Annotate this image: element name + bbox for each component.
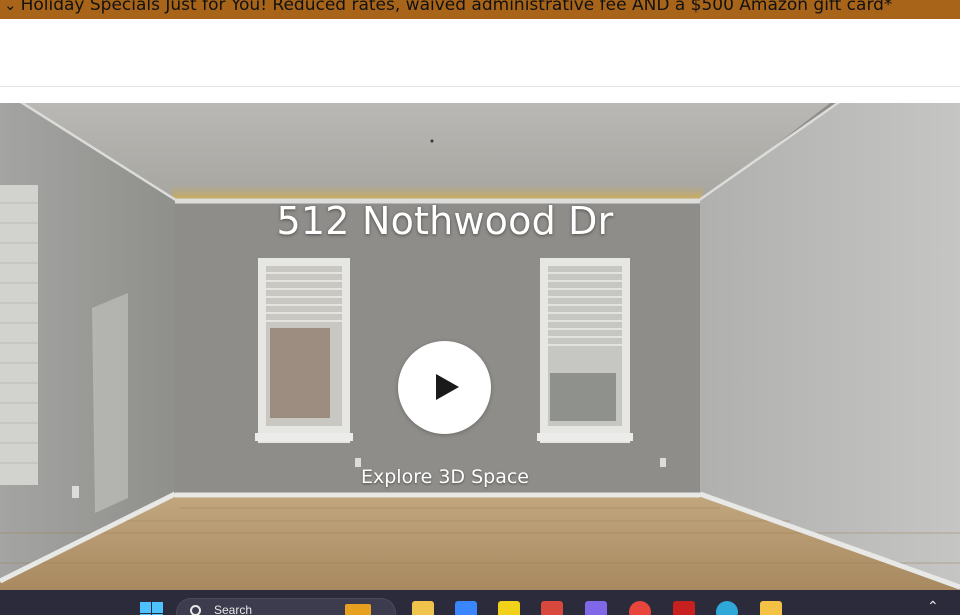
folder-icon[interactable] bbox=[760, 601, 782, 615]
acrobat-icon[interactable] bbox=[673, 601, 695, 615]
chevron-up-icon[interactable]: ⌃ bbox=[927, 598, 939, 615]
chrome-icon[interactable] bbox=[629, 601, 651, 615]
banner-text-row: ⌄ Holiday Specials Just for You! Reduced … bbox=[4, 0, 892, 15]
windows-start-icon[interactable] bbox=[140, 602, 164, 615]
play-icon bbox=[436, 374, 459, 400]
search-highlight-icon bbox=[345, 604, 371, 615]
play-tour-button[interactable] bbox=[398, 341, 491, 434]
edge-icon[interactable] bbox=[716, 601, 738, 615]
store-icon[interactable] bbox=[455, 601, 477, 615]
copilot-icon[interactable] bbox=[585, 601, 607, 615]
virtual-tour-viewer[interactable]: 512 Nothwood Dr Explore 3D Space bbox=[0, 103, 960, 590]
property-address-title: 512 Nothwood Dr bbox=[276, 199, 614, 243]
site-header bbox=[0, 19, 960, 87]
search-icon bbox=[190, 605, 201, 615]
windows-taskbar: Search ⌃ bbox=[0, 590, 960, 615]
app-red-icon[interactable] bbox=[541, 601, 563, 615]
announcement-banner[interactable]: ⌄ Holiday Specials Just for You! Reduced … bbox=[0, 0, 960, 19]
file-explorer-icon[interactable] bbox=[412, 601, 434, 615]
banner-message: Holiday Specials Just for You! Reduced r… bbox=[20, 0, 893, 15]
search-label: Search bbox=[214, 603, 253, 615]
app-yellow-icon[interactable] bbox=[498, 601, 520, 615]
room-preview-image bbox=[0, 103, 960, 590]
explore-3d-space-link[interactable]: Explore 3D Space bbox=[0, 466, 890, 488]
taskbar-search-box[interactable]: Search bbox=[176, 598, 396, 615]
chevron-down-icon[interactable]: ⌄ bbox=[4, 0, 17, 14]
